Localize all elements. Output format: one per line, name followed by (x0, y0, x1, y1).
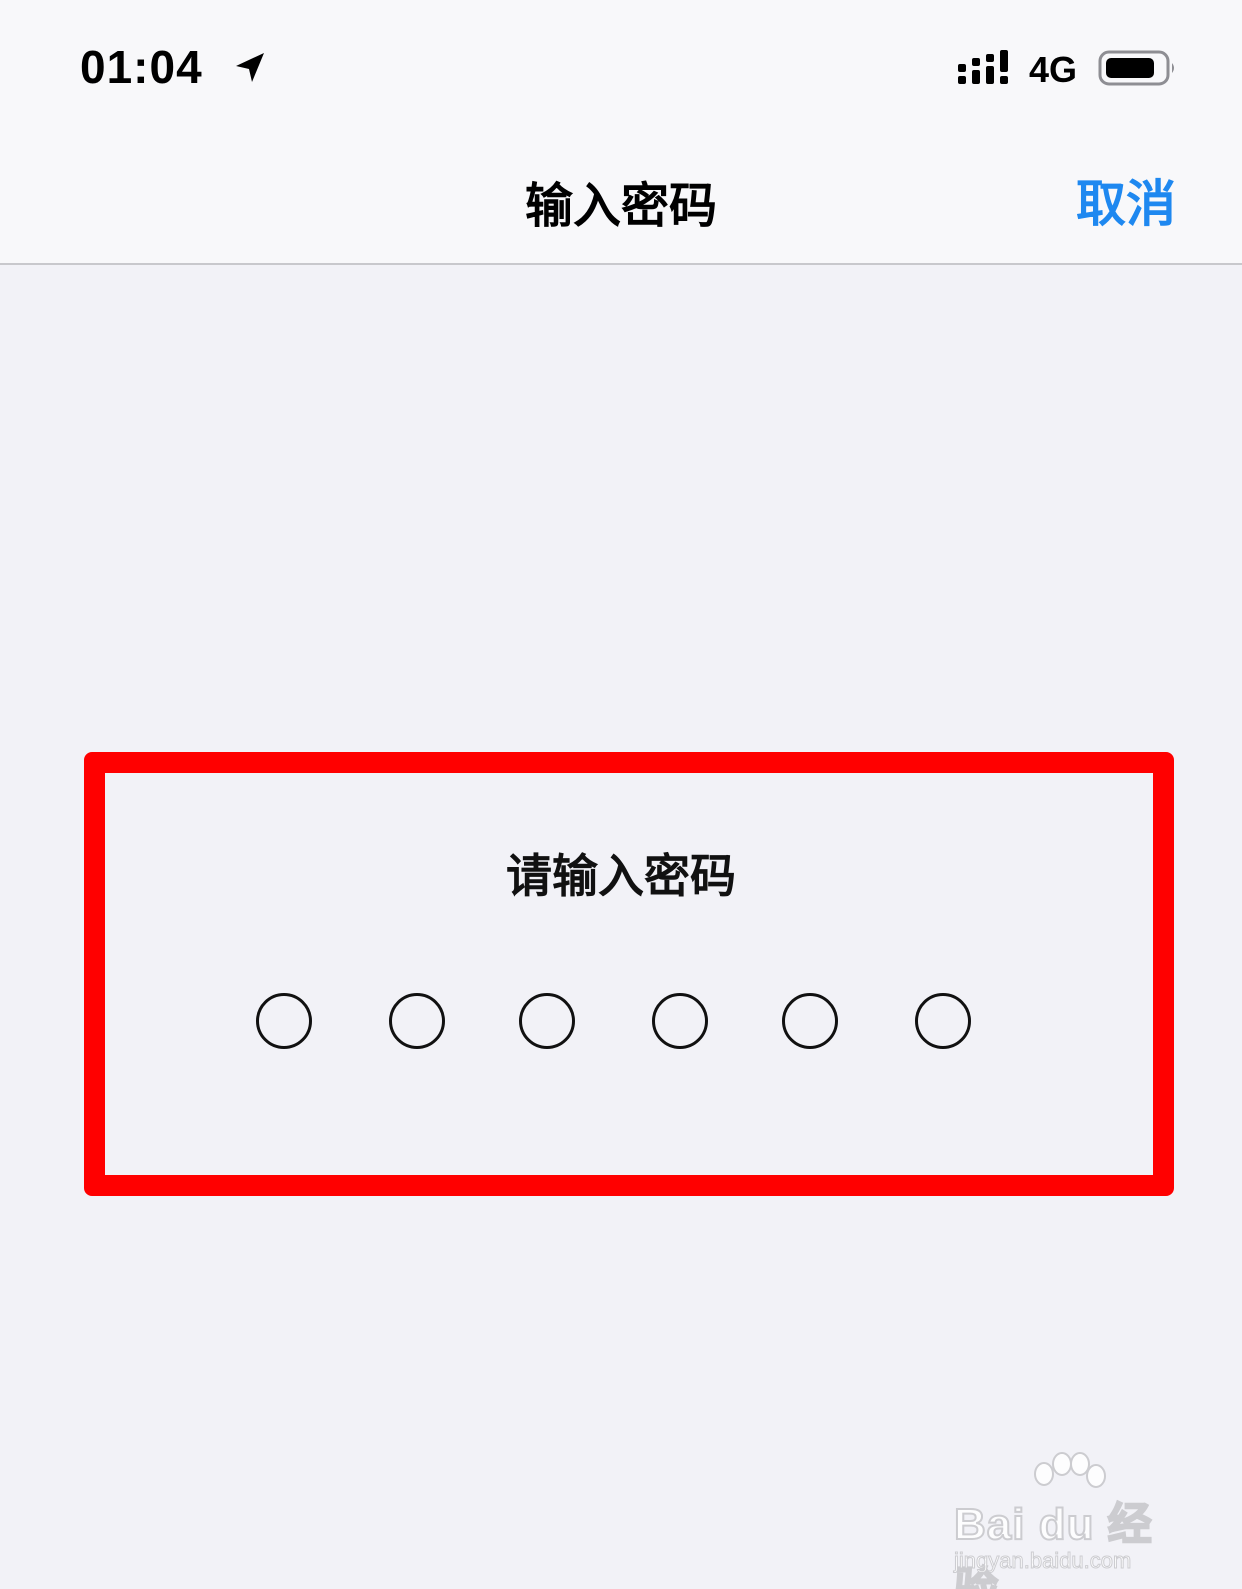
passcode-dot-5 (782, 993, 838, 1049)
page-title: 输入密码 (524, 178, 717, 234)
passcode-dots[interactable] (0, 993, 1242, 1051)
signal-icon (958, 50, 1008, 84)
watermark-url: jingyan.baidu.com (953, 1548, 1132, 1574)
passcode-dot-6 (915, 993, 971, 1049)
network-label: 4G (1029, 49, 1078, 90)
screen: 01:04 4G 输入密码 取消 请输入密码 Bai du 经验 jingyan… (0, 0, 1242, 1589)
passcode-dot-1 (256, 993, 312, 1049)
highlight-box (84, 752, 1174, 1196)
passcode-dot-2 (389, 993, 445, 1049)
watermark: Bai du 经验 jingyan.baidu.com (948, 1450, 1178, 1589)
passcode-prompt: 请输入密码 (506, 849, 736, 903)
cancel-button[interactable]: 取消 (1076, 164, 1176, 236)
passcode-dot-3 (519, 993, 575, 1049)
location-arrow-icon (236, 53, 264, 82)
header: 01:04 4G 输入密码 取消 (0, 0, 1242, 265)
passcode-dot-4 (652, 993, 708, 1049)
status-time: 01:04 (80, 41, 203, 93)
battery-icon (1098, 50, 1174, 86)
